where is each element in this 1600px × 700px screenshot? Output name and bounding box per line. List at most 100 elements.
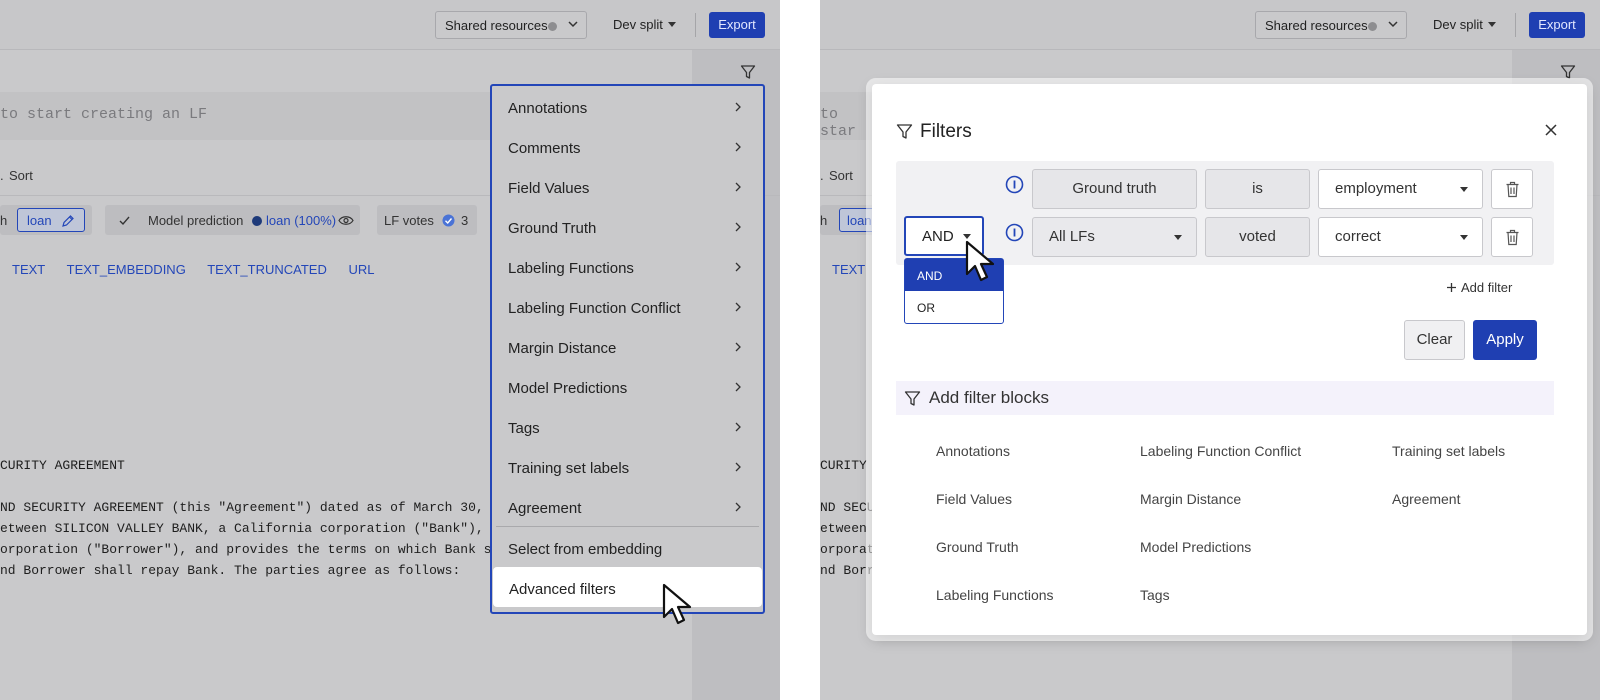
filter-row1-operator[interactable]: is [1205,169,1310,209]
left-screenshot-panel: Shared resources Dev split Export to sta… [0,0,780,700]
delete-row1-button[interactable] [1491,169,1533,209]
filter-row2-operator[interactable]: voted [1205,217,1310,257]
add-filter-button[interactable]: Add filter [1446,280,1512,295]
chevron-right-icon [735,462,741,472]
menu-item-agreement[interactable]: Agreement [492,486,763,526]
lf-votes-label: LF votes [384,213,434,228]
conjunction-value: AND [922,228,954,245]
lf-votes-count: 3 [461,213,469,228]
check-circle-icon [442,214,455,227]
field-tab-text[interactable]: TEXT [832,262,865,277]
apply-button[interactable]: Apply [1473,320,1537,360]
block-agreement[interactable]: Agreement [1392,491,1460,507]
menu-item-label: Select from embedding [508,541,663,558]
block-margin-distance[interactable]: Margin Distance [1140,491,1241,507]
ground-truth-value[interactable]: loan [17,208,85,232]
export-button[interactable]: Export [709,12,765,38]
filter-row1-field[interactable]: Ground truth [1032,169,1197,209]
divider [1515,13,1516,37]
menu-item-field-values[interactable]: Field Values [492,166,763,206]
block-labeling-function-conflict[interactable]: Labeling Function Conflict [1140,443,1301,459]
pencil-icon[interactable] [61,214,75,228]
close-icon[interactable] [1543,122,1559,138]
menu-item-model-predictions[interactable]: Model Predictions [492,366,763,406]
delete-row2-button[interactable] [1491,217,1533,257]
menu-item-tags[interactable]: Tags [492,406,763,446]
filter-icon [896,124,913,139]
menu-item-label: Field Values [508,180,590,197]
field-tab-text-truncated[interactable]: TEXT_TRUNCATED [207,262,327,277]
chevron-right-icon [735,302,741,312]
field-tabs: TEXT TEXT_EMBEDDING TEXT_TRUNCATED URL [12,262,393,277]
field-tab-text-embedding[interactable]: TEXT_EMBEDDING [67,262,186,277]
filter-row1-value-select[interactable]: employment [1318,169,1483,209]
lf-prompt-bar[interactable]: to star [820,92,880,140]
field-tab-text[interactable]: TEXT [12,262,45,277]
trash-icon [1506,181,1519,198]
chevron-right-icon [735,342,741,352]
menu-item-ground-truth[interactable]: Ground Truth [492,206,763,246]
info-icon[interactable] [1005,223,1024,242]
filter-icon [904,391,921,406]
loan-label: loan [847,213,872,228]
chevron-right-icon [735,142,741,152]
shared-resources-select[interactable]: Shared resources [435,11,587,39]
field-tab-url[interactable]: URL [348,262,374,277]
menu-item-labeling-function-conflict[interactable]: Labeling Function Conflict [492,286,763,326]
sort-button[interactable]: Sort [9,168,33,183]
menu-item-labeling-functions[interactable]: Labeling Functions [492,246,763,286]
filter-row2-value-select[interactable]: correct [1318,217,1483,257]
ground-truth-chip: h loan [820,205,879,235]
dev-split-dropdown[interactable]: Dev split [613,17,676,32]
block-ground-truth[interactable]: Ground Truth [936,539,1019,555]
filter-row2-field-select[interactable]: All LFs [1032,217,1197,257]
eye-icon[interactable] [338,214,354,227]
mouse-cursor-icon [965,240,995,282]
chevron-down-icon [1388,21,1398,28]
block-model-predictions[interactable]: Model Predictions [1140,539,1251,555]
top-bar: Shared resources Dev split Export [0,0,780,50]
menu-item-label: Advanced filters [509,581,616,598]
menu-item-annotations[interactable]: Annotations [492,86,763,126]
block-field-values[interactable]: Field Values [936,491,1012,507]
lf-prompt-text: to start creating an LF [0,106,208,123]
top-bar: Shared resources Dev split Export [820,0,1600,50]
clear-button[interactable]: Clear [1404,320,1465,360]
info-icon[interactable] [1005,175,1024,194]
menu-item-select-from-embedding[interactable]: Select from embedding [492,527,763,567]
block-tags[interactable]: Tags [1140,587,1170,603]
check-icon [119,216,130,226]
doc-line-1: ND SECURITY AGREEMENT (this "Agreement")… [0,500,523,515]
shared-resources-select[interactable]: Shared resources [1255,11,1407,39]
menu-item-label: Comments [508,140,581,157]
dev-split-dropdown[interactable]: Dev split [1433,17,1496,32]
menu-item-training-set-labels[interactable]: Training set labels [492,446,763,486]
menu-item-label: Training set labels [508,460,630,477]
menu-item-margin-distance[interactable]: Margin Distance [492,326,763,366]
doc-line-3: orporation ("Borrower"), and provides th… [0,542,523,557]
menu-item-label: Tags [508,420,540,437]
block-training-set-labels[interactable]: Training set labels [1392,443,1505,459]
add-filter-label: Add filter [1461,280,1513,295]
block-annotations[interactable]: Annotations [936,443,1010,459]
sort-button[interactable]: Sort [829,168,853,183]
filter-icon[interactable] [1560,64,1576,80]
conjunction-option-or[interactable]: OR [905,291,1003,323]
caret-down-icon [1460,187,1468,192]
menu-item-label: Annotations [508,100,588,117]
dev-split-label: Dev split [1433,17,1483,32]
chevron-right-icon [735,222,741,232]
block-labeling-functions[interactable]: Labeling Functions [936,587,1054,603]
export-button[interactable]: Export [1529,12,1585,38]
mouse-cursor-icon [662,583,692,625]
doc-line-2: etween SILICON VALLEY BANK, a California… [0,521,531,536]
status-dot [548,22,557,31]
menu-item-advanced-filters[interactable]: Advanced filters [493,567,762,607]
menu-item-comments[interactable]: Comments [492,126,763,166]
ground-truth-label-fragment: h [0,213,8,228]
chevron-right-icon [735,262,741,272]
filter-icon[interactable] [740,64,756,80]
doc-title: CURITY AGREEMENT [0,458,125,473]
prediction-dot [252,216,262,226]
chevron-right-icon [735,182,741,192]
